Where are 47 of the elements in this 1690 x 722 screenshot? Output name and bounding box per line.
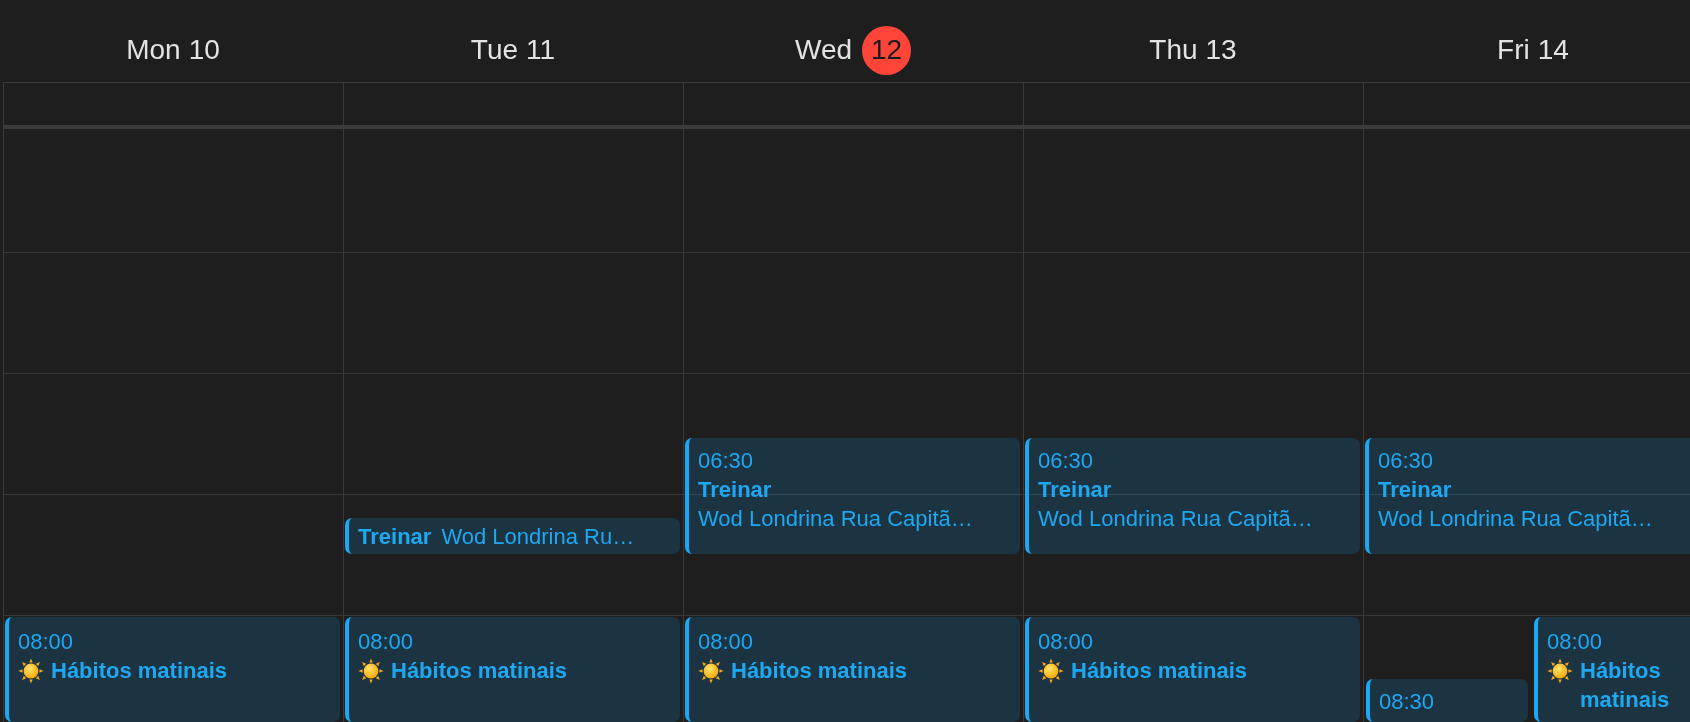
event-block[interactable]: 08:30 xyxy=(1366,679,1528,722)
date-label: 14 xyxy=(1537,34,1569,66)
event-title: Hábitos matinais xyxy=(51,657,228,685)
event-title: Hábitos matinais xyxy=(391,657,568,685)
event-title: Treinar xyxy=(698,477,772,502)
event-block[interactable]: 06:30 Treinar Wod Londrina Rua Capitã… xyxy=(1365,438,1690,554)
event-location: Wod Londrina Rua Capitã… xyxy=(1378,506,1653,531)
date-label: 13 xyxy=(1205,34,1237,66)
event-title: Treinar xyxy=(1038,477,1112,502)
event-time: 08:30 xyxy=(1379,689,1435,714)
weekday-label: Tue xyxy=(470,34,519,66)
event-title: Hábitos matinais xyxy=(731,657,908,685)
event-block[interactable]: 06:30 Treinar Wod Londrina Rua Capitã… xyxy=(685,438,1020,554)
today-date-badge: 12 xyxy=(862,25,912,75)
event-title: Hábitos matinais xyxy=(1071,657,1248,685)
event-block[interactable]: 08:00 Hábitos matinais xyxy=(5,617,340,722)
event-time: 06:30 xyxy=(1378,448,1434,473)
event-title: Treinar xyxy=(1378,477,1452,502)
event-block[interactable]: 08:00 Hábitos matinais xyxy=(345,617,680,722)
event-location: Wod Londrina Rua Capitã… xyxy=(698,506,973,531)
weekday-label: Fri xyxy=(1497,34,1530,66)
event-location: Wod Londrina Rua Capitã… xyxy=(1038,506,1313,531)
weekday-label: Mon xyxy=(126,34,181,66)
sun-icon xyxy=(1038,658,1064,684)
event-time: 08:00 xyxy=(358,629,414,654)
sun-icon xyxy=(18,658,44,684)
event-time: 06:30 xyxy=(1038,448,1094,473)
event-location: Wod Londrina Ru… xyxy=(441,522,635,551)
event-title: Hábitos matinais xyxy=(1580,657,1671,714)
event-time: 08:00 xyxy=(18,629,74,654)
event-time: 08:00 xyxy=(1547,629,1603,654)
event-block[interactable]: 08:00 Hábitos matinais xyxy=(685,617,1020,722)
date-label: 10 xyxy=(188,34,220,66)
event-block[interactable]: Treinar Wod Londrina Ru… xyxy=(345,518,680,554)
event-time: 08:00 xyxy=(698,629,754,654)
event-block[interactable]: 08:00 Hábitos matinais xyxy=(1025,617,1360,722)
sun-icon xyxy=(358,658,384,684)
sun-icon xyxy=(698,658,724,684)
event-time: 06:30 xyxy=(698,448,754,473)
event-block[interactable]: 08:00 Hábitos matinais xyxy=(1534,617,1690,722)
sun-icon xyxy=(1547,658,1573,684)
event-block[interactable]: 06:30 Treinar Wod Londrina Rua Capitã… xyxy=(1025,438,1360,554)
date-label: 11 xyxy=(526,34,556,66)
event-title: Treinar xyxy=(358,522,432,551)
weekday-label: Wed xyxy=(794,34,853,66)
weekday-label: Thu xyxy=(1149,34,1198,66)
event-time: 08:00 xyxy=(1038,629,1094,654)
